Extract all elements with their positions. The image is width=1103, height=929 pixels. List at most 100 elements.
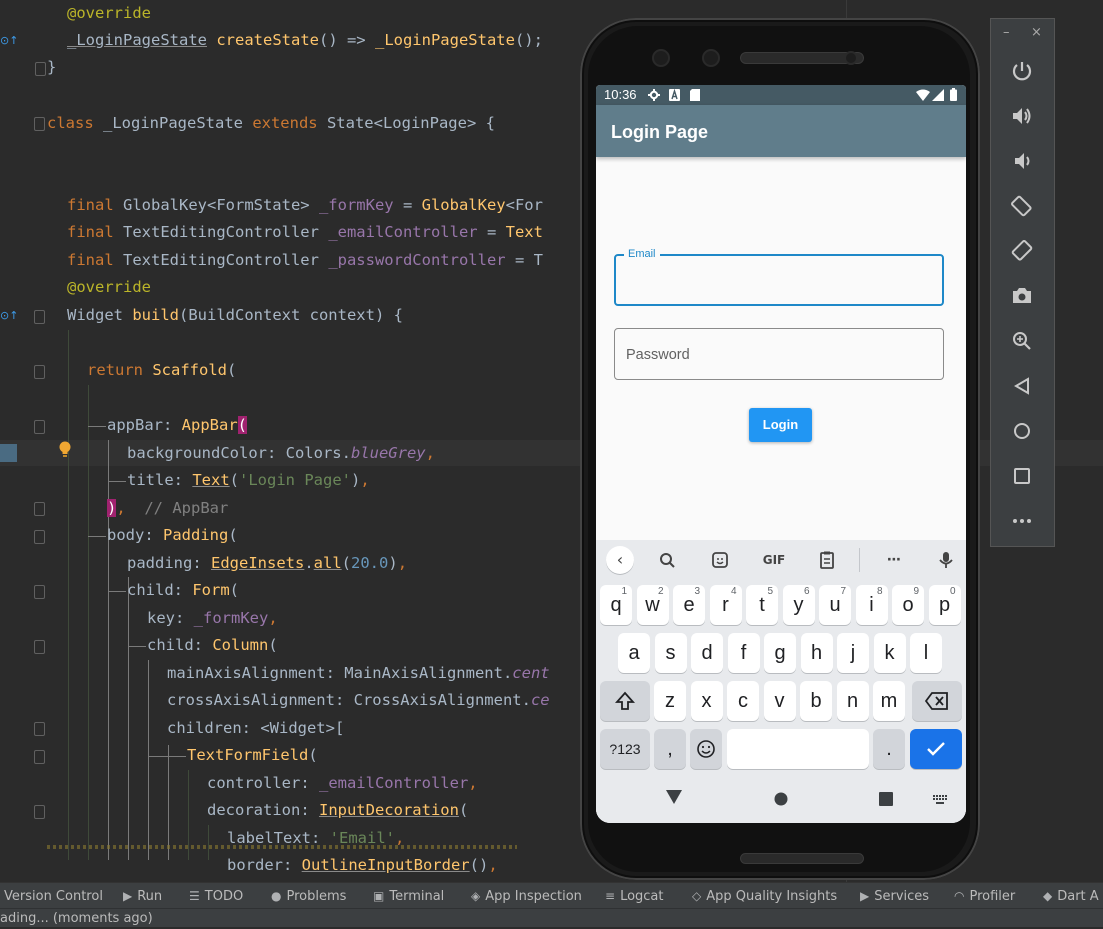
key-y[interactable]: y6 [782,585,815,625]
code-line[interactable]: title: Text('Login Page'), [127,467,370,494]
fold-icon[interactable] [34,117,45,131]
code-line[interactable]: class _LoginPageState extends State<Logi… [47,110,495,137]
key-e[interactable]: e3 [673,585,705,625]
password-field[interactable]: Password [614,328,944,380]
tool-window-app-quality-insights[interactable]: ◇ App Quality Insights [692,883,837,909]
back-icon[interactable] [1010,374,1034,398]
code-line[interactable]: @override [67,0,151,27]
tool-window-todo[interactable]: ☰ TODO [189,883,243,909]
email-field[interactable]: Email [614,248,944,306]
key-o[interactable]: o9 [892,585,924,625]
key-d[interactable]: d [691,633,723,673]
fold-icon[interactable] [34,365,45,379]
key-j[interactable]: j [837,633,869,673]
key-v[interactable]: v [763,681,796,721]
override-gutter-icon[interactable]: ⊙↑ [0,34,18,48]
key-k[interactable]: k [873,633,906,673]
fold-icon[interactable] [34,750,45,764]
rotate-left-icon[interactable] [1010,194,1034,218]
tool-window-app-inspection[interactable]: ◈ App Inspection [471,883,582,909]
code-line[interactable]: border: OutlineInputBorder(), [227,852,498,879]
period-key[interactable]: . [873,729,905,769]
key-w[interactable]: w2 [636,585,669,625]
nav-recents-icon[interactable] [879,792,893,806]
tool-window-run[interactable]: ▶ Run [123,883,162,909]
code-line[interactable]: child: Form( [127,577,239,604]
code-line[interactable]: controller: _emailController, [207,770,478,797]
key-q[interactable]: q1 [600,585,632,625]
key-r[interactable]: r4 [709,585,742,625]
key-n[interactable]: n [836,681,869,721]
code-line[interactable]: final GlobalKey<FormState> _formKey = Gl… [67,192,543,219]
login-button[interactable]: Login [749,408,812,442]
fold-icon[interactable] [34,530,45,544]
more-icon[interactable] [1010,509,1034,533]
key-z[interactable]: z [654,681,686,721]
code-line[interactable]: children: <Widget>[ [167,715,344,742]
code-line[interactable]: padding: EdgeInsets.all(20.0), [127,550,407,577]
key-x[interactable]: x [690,681,723,721]
fold-icon[interactable] [35,62,46,76]
home-icon[interactable] [1010,419,1034,443]
code-line[interactable]: backgroundColor: Colors.blueGrey, [127,440,435,467]
space-key[interactable] [727,729,869,769]
fold-icon[interactable] [34,310,45,324]
override-gutter-icon[interactable]: ⊙↑ [0,309,18,323]
tool-window-problems[interactable]: ● Problems [271,883,346,909]
code-line[interactable]: TextFormField( [187,742,318,769]
code-line[interactable]: key: _formKey, [147,605,278,632]
rotate-right-icon[interactable] [1010,239,1034,263]
fold-icon[interactable] [34,722,45,736]
code-line[interactable]: @override [67,274,151,301]
fold-icon[interactable] [34,420,45,434]
nav-home-icon[interactable] [774,792,788,806]
minimize-button[interactable]: – [1003,25,1010,40]
close-button[interactable]: × [1031,25,1042,40]
fold-icon[interactable] [34,502,45,516]
code-line[interactable]: final TextEditingController _passwordCon… [67,247,543,274]
keyboard-search-icon[interactable] [656,550,680,570]
key-f[interactable]: f [727,633,760,673]
zoom-icon[interactable] [1010,329,1034,353]
tool-window-version-control[interactable]: Version Control [4,883,103,909]
code-line[interactable]: _LoginPageState createState() => _LoginP… [67,27,543,54]
sticker-icon[interactable] [708,550,732,570]
key-t[interactable]: t5 [746,585,778,625]
lightbulb-icon[interactable] [59,441,71,458]
code-line[interactable]: child: Column( [147,632,278,659]
key-i[interactable]: i8 [855,585,888,625]
tool-window-dart-a[interactable]: ◆ Dart A [1043,883,1099,909]
code-line[interactable]: } [47,54,56,81]
key-b[interactable]: b [800,681,832,721]
fold-icon[interactable] [34,805,45,819]
fold-icon[interactable] [34,640,45,654]
code-line[interactable]: decoration: InputDecoration( [207,797,468,824]
fold-icon[interactable] [34,585,45,599]
emoji-key[interactable] [690,729,722,769]
tool-window-services[interactable]: ▶ Services [860,883,929,909]
code-line[interactable]: body: Padding( [107,522,238,549]
key-p[interactable]: p0 [928,585,961,625]
tool-window-profiler[interactable]: ◠ Profiler [954,883,1015,909]
symbols-key[interactable]: ?123 [600,729,650,769]
key-a[interactable]: a [618,633,650,673]
key-l[interactable]: l [910,633,942,673]
gif-button[interactable]: GIF [760,550,788,570]
key-g[interactable]: g [764,633,796,673]
more-options-icon[interactable]: ⋯ [882,550,906,570]
shift-key[interactable] [600,681,650,721]
phone-screen[interactable]: 10:36 Login Page Email Password Login ‹ … [596,85,966,823]
code-line[interactable]: Widget build(BuildContext context) { [67,302,403,329]
power-icon[interactable] [1010,59,1034,83]
tool-window-terminal[interactable]: ▣ Terminal [373,883,444,909]
clipboard-icon[interactable] [815,550,839,570]
code-line[interactable]: return Scaffold( [87,357,236,384]
volume-down-icon[interactable] [1010,149,1034,173]
key-u[interactable]: u7 [819,585,851,625]
microphone-icon[interactable] [934,550,958,570]
overview-icon[interactable] [1010,464,1034,488]
keyboard-switch-icon[interactable] [933,795,949,805]
code-line[interactable]: mainAxisAlignment: MainAxisAlignment.cen… [167,660,550,687]
backspace-key[interactable] [912,681,962,721]
code-line[interactable]: ), // AppBar [107,495,228,522]
